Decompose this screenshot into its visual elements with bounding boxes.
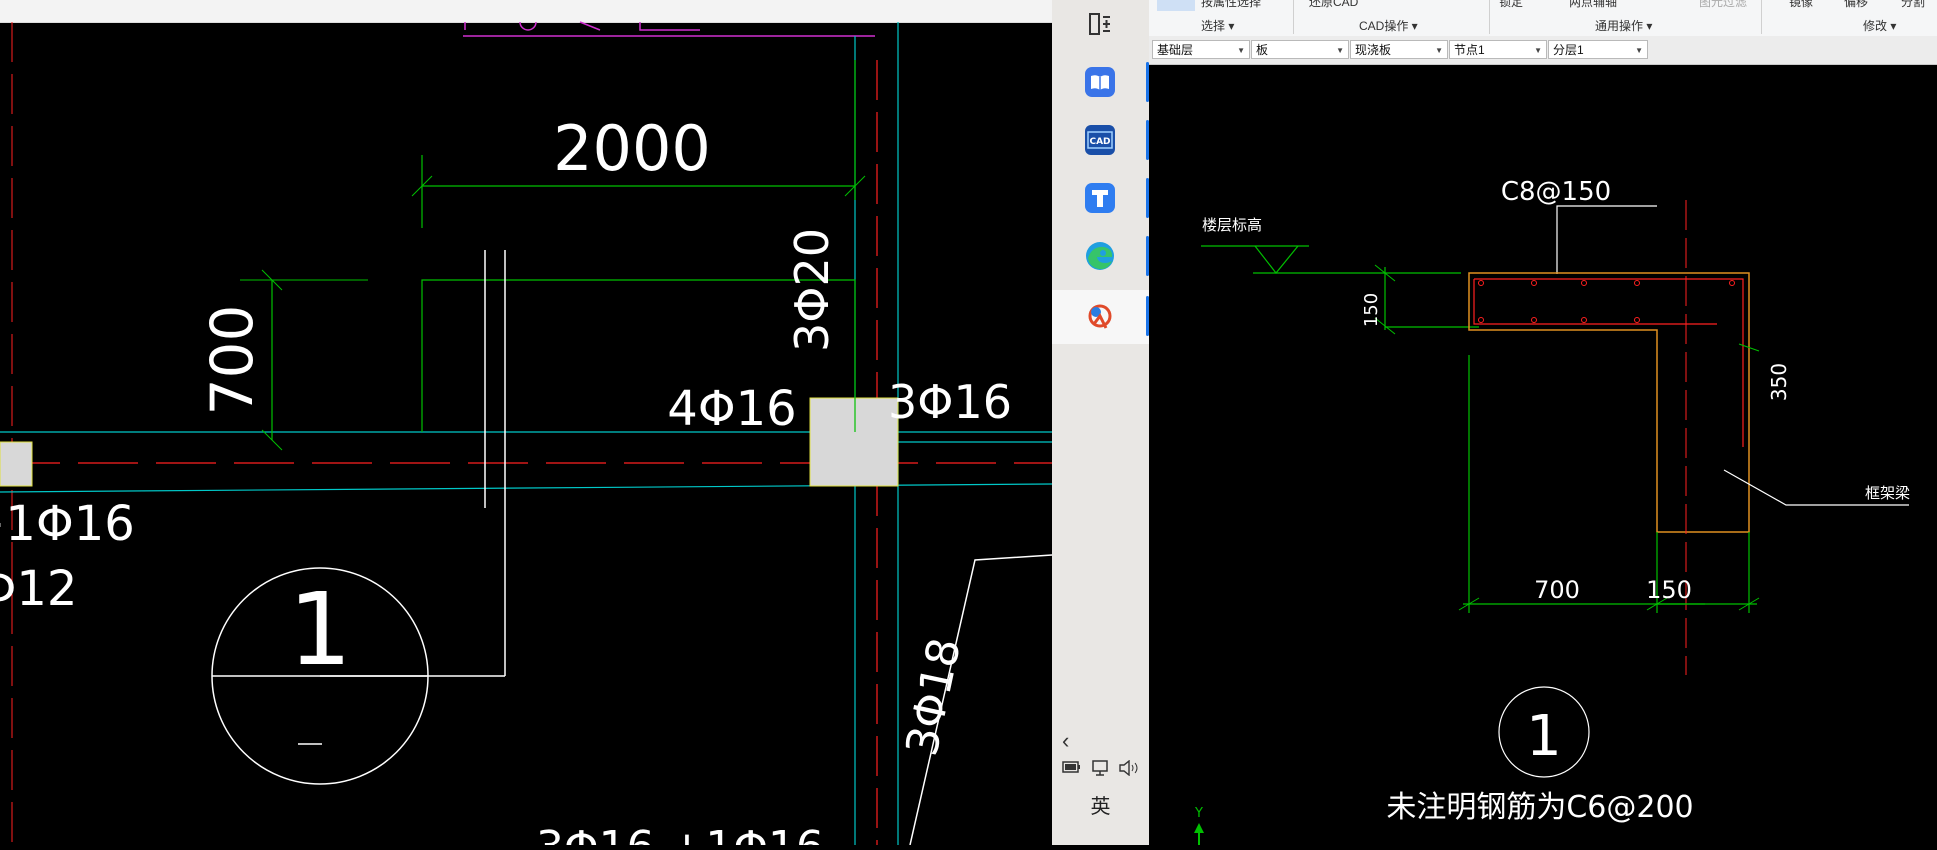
ribbon-group-cad[interactable]: CAD操作 ▾: [1359, 17, 1418, 34]
label-1phi16: +1Φ16: [0, 496, 135, 552]
ribbon-divider: [1761, 0, 1762, 34]
ime-indicator[interactable]: 英: [1052, 790, 1149, 819]
concrete-outline: [1468, 272, 1750, 533]
section-number: 1: [288, 571, 352, 688]
rebar-bottom: [1473, 279, 1717, 325]
component-select[interactable]: 现浇板 ▼: [1350, 40, 1448, 59]
volume-icon[interactable]: [1118, 759, 1140, 779]
ribbon-group-select[interactable]: 选择 ▾: [1201, 17, 1234, 34]
label-3phi16: 3Φ16: [888, 375, 1012, 429]
layer-select[interactable]: 分层1 ▼: [1548, 40, 1648, 59]
select-tool-button[interactable]: [1157, 0, 1195, 11]
ribbon-item-select-by-attr[interactable]: 按属性选择: [1201, 0, 1261, 10]
component-type-select[interactable]: 板 ▼: [1251, 40, 1349, 59]
rebar-dot: [1634, 280, 1640, 286]
right-app-window: 按属性选择 还原CAD 锁定 两点辅轴 图元过滤 镜像 偏移 分割 选择 ▾ C…: [1149, 0, 1937, 845]
floor-elev-label: 楼层标高: [1202, 216, 1262, 234]
ribbon-divider: [1293, 0, 1294, 34]
dim-2000-text: 2000: [553, 112, 711, 185]
panel-icon[interactable]: [1080, 4, 1120, 44]
dim-150-bottom-text: 150: [1646, 576, 1692, 604]
rebar-dot: [1478, 317, 1484, 323]
glodon-icon[interactable]: [1080, 296, 1120, 336]
rebar-dot: [1634, 317, 1640, 323]
ribbon-item-split[interactable]: 分割: [1901, 0, 1925, 10]
cad-icon[interactable]: CAD: [1080, 120, 1120, 160]
svg-text:CAD: CAD: [1089, 137, 1110, 147]
label-3phi18: 3Φ18: [897, 634, 972, 761]
label-phi12: Φ12: [0, 561, 77, 617]
beam-label: 框架梁: [1865, 484, 1910, 502]
edge-icon[interactable]: [1080, 236, 1120, 276]
left-drawing: 2000 700 3Φ20 4Φ16 3Φ16 +1Φ16 Φ12 1 3Φ18…: [0, 21, 1052, 845]
rebar-dot: [1729, 280, 1735, 286]
rebar-dot: [1581, 280, 1587, 286]
rebar-label: C8@150: [1501, 177, 1611, 207]
rebar-dot: [1581, 317, 1587, 323]
elev-triangle: [1254, 245, 1299, 274]
ribbon-toolbar: 按属性选择 还原CAD 锁定 两点辅轴 图元过滤 镜像 偏移 分割 选择 ▾ C…: [1149, 0, 1937, 37]
ribbon-group-modify[interactable]: 修改 ▾: [1863, 17, 1896, 34]
label-4phi16: 4Φ16: [667, 381, 796, 437]
ribbon-item-restore-cad[interactable]: 还原CAD: [1309, 0, 1358, 10]
column-block-left: [0, 441, 33, 487]
section-number: 1: [1526, 704, 1562, 769]
dim-350-text: 350: [1767, 363, 1791, 401]
floor-select[interactable]: 基础层 ▼: [1152, 40, 1250, 59]
selector-bar: 基础层 ▼ 板 ▼ 现浇板 ▼ 节点1 ▼ 分层1 ▼: [1149, 36, 1937, 65]
ribbon-item-mirror[interactable]: 镜像: [1789, 0, 1813, 10]
battery-icon[interactable]: [1062, 760, 1082, 777]
ucs-y-label: Y: [1194, 806, 1203, 821]
dim-700-text: 700: [198, 305, 266, 416]
network-icon[interactable]: [1090, 760, 1110, 779]
label-3phi20: 3Φ20: [785, 228, 839, 352]
rebar-dot: [1478, 280, 1484, 286]
node-select[interactable]: 节点1 ▼: [1449, 40, 1547, 59]
rebar-leader: [1556, 205, 1657, 274]
vertical-taskbar: CAD ‹ 英: [1052, 0, 1150, 845]
dim-700-text: 700: [1534, 576, 1580, 604]
text-tool-icon[interactable]: [1080, 178, 1120, 218]
column-block: [809, 397, 899, 487]
ribbon-divider: [1489, 0, 1490, 34]
left-cad-canvas[interactable]: 2000 700 3Φ20 4Φ16 3Φ16 +1Φ16 Φ12 1 3Φ18…: [0, 0, 1052, 845]
node-drawing: 楼层标高 150 C8@150 350 框架梁 700 150 1 未注明钢筋为…: [1194, 177, 1910, 845]
ribbon-item-filter[interactable]: 图元过滤: [1699, 0, 1747, 10]
chevron-left-icon[interactable]: ‹: [1062, 728, 1069, 754]
ribbon-item-axis[interactable]: 两点辅轴: [1569, 0, 1617, 10]
title-remnant: [464, 21, 700, 31]
rebar-dot: [1531, 280, 1537, 286]
drawing-canvas[interactable]: 楼层标高 150 C8@150 350 框架梁 700 150 1 未注明钢筋为…: [1149, 65, 1937, 845]
ucs-y-arrow: [1194, 823, 1204, 833]
ribbon-item-lock[interactable]: 锁定: [1499, 0, 1523, 10]
rebar-dot: [1531, 317, 1537, 323]
label-bottom-partial: 3Φ16 +1Φ16: [536, 822, 824, 845]
ribbon-item-offset[interactable]: 偏移: [1844, 0, 1868, 10]
book-icon[interactable]: [1080, 62, 1120, 102]
ribbon-group-common[interactable]: 通用操作 ▾: [1595, 17, 1652, 34]
note-text: 未注明钢筋为C6@200: [1386, 790, 1693, 825]
dim-150-text: 150: [1361, 293, 1382, 327]
rebar-top: [1474, 278, 1744, 447]
